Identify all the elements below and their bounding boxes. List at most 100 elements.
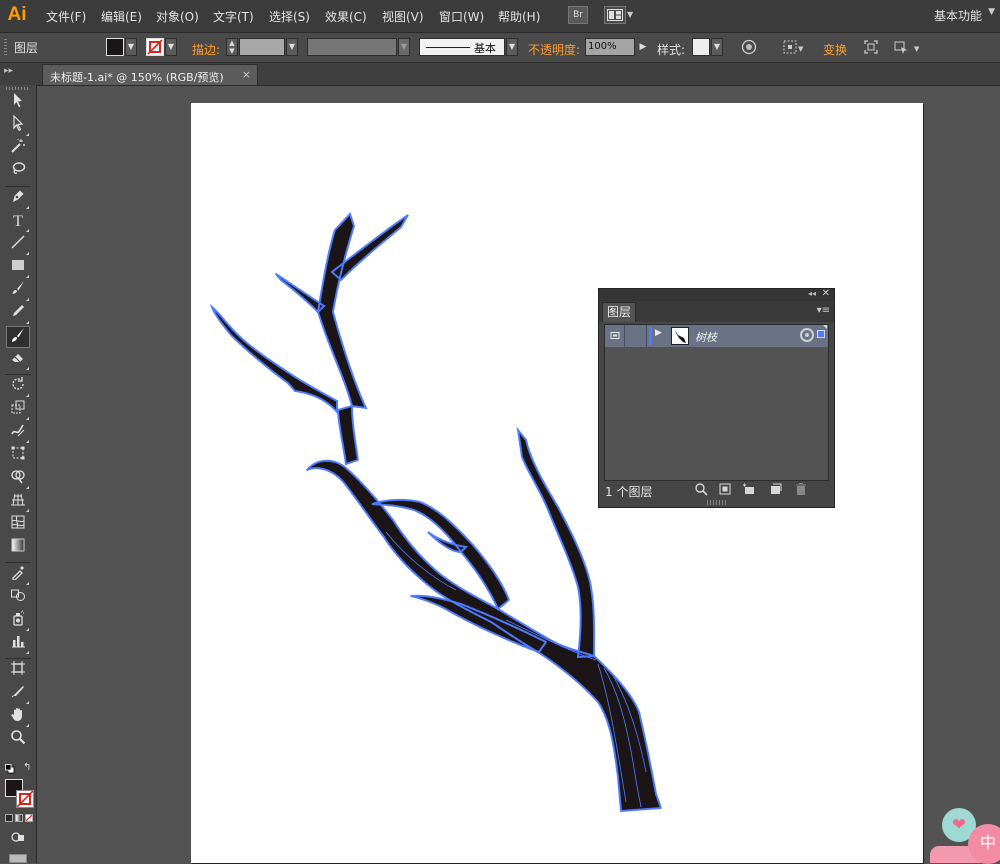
stroke-weight-dropdown-icon[interactable]: ▼: [286, 38, 298, 56]
eraser-tool-icon[interactable]: [6, 349, 30, 371]
stroke-weight-stepper-icon[interactable]: ▲ ▼: [226, 38, 238, 56]
menu-object[interactable]: 对象(O): [156, 8, 199, 25]
align-dropdown-arrow-icon[interactable]: ▼: [798, 45, 803, 53]
workspace-chevron-down-icon[interactable]: ▼: [988, 7, 995, 17]
control-bar-grip[interactable]: [4, 39, 7, 56]
default-fill-stroke-icon[interactable]: [5, 763, 15, 774]
eyedropper-tool-icon[interactable]: [6, 564, 30, 586]
brush-definition-field[interactable]: 基本: [419, 38, 505, 56]
free-transform-tool-icon[interactable]: [6, 445, 30, 467]
color-mode-icon[interactable]: [5, 814, 13, 822]
layers-panel-footer: 1 个图层: [599, 481, 834, 501]
variable-width-dropdown-icon[interactable]: ▼: [398, 38, 410, 56]
selection-tool-icon[interactable]: [6, 92, 30, 114]
rotate-tool-icon[interactable]: [6, 376, 30, 398]
paintbrush-tool-icon[interactable]: [6, 280, 30, 302]
fill-color-swatch[interactable]: [106, 38, 124, 56]
recolor-artwork-icon[interactable]: [740, 38, 758, 56]
stroke-weight-input[interactable]: [239, 38, 285, 56]
gradient-tool-icon[interactable]: [6, 537, 30, 559]
menu-effect[interactable]: 效果(C): [325, 8, 367, 25]
blob-brush-tool-icon[interactable]: [6, 326, 30, 348]
warp-tool-icon[interactable]: [6, 422, 30, 444]
menu-window[interactable]: 窗口(W): [439, 8, 484, 25]
opacity-label[interactable]: 不透明度:: [528, 41, 580, 58]
lock-toggle[interactable]: [625, 325, 647, 347]
close-tab-icon[interactable]: ×: [242, 68, 251, 81]
opacity-flyout-arrow-icon[interactable]: ▶: [636, 38, 650, 56]
bridge-button[interactable]: Br: [568, 6, 588, 24]
control-bar-menu-arrow-icon[interactable]: ▼: [914, 45, 919, 53]
stroke-color-box[interactable]: [16, 790, 34, 808]
arrange-options-icon[interactable]: [892, 38, 910, 56]
layer-selection-indicator[interactable]: [817, 330, 825, 338]
new-sublayer-icon[interactable]: [742, 482, 756, 499]
align-to-selection-icon[interactable]: [780, 38, 800, 56]
artboard-tool-icon[interactable]: [6, 660, 30, 682]
column-graph-tool-icon[interactable]: [6, 633, 30, 655]
visibility-eye-icon[interactable]: [605, 325, 625, 347]
opacity-input[interactable]: 100%: [585, 38, 635, 56]
blend-tool-icon[interactable]: [6, 587, 30, 609]
swap-fill-stroke-icon[interactable]: ↰: [23, 762, 31, 773]
stroke-weight-label[interactable]: 描边:: [192, 41, 220, 58]
hand-tool-icon[interactable]: [6, 706, 30, 728]
isolate-group-icon[interactable]: [862, 38, 880, 56]
input-method-badge[interactable]: 中: [968, 824, 1000, 864]
brush-dropdown-arrow-icon[interactable]: ▼: [506, 38, 518, 56]
line-segment-tool-icon[interactable]: [6, 234, 30, 256]
none-mode-icon[interactable]: [25, 814, 33, 822]
zoom-tool-icon[interactable]: [6, 729, 30, 751]
screen-mode-icon[interactable]: [9, 854, 27, 863]
scale-tool-icon[interactable]: [6, 399, 30, 421]
magic-wand-tool-icon[interactable]: [6, 138, 30, 160]
new-layer-icon[interactable]: [768, 482, 782, 499]
pen-tool-icon[interactable]: [6, 188, 30, 210]
perspective-grid-tool-icon[interactable]: [6, 491, 30, 513]
lasso-tool-icon[interactable]: [6, 161, 30, 183]
mesh-tool-icon[interactable]: [6, 514, 30, 536]
gradient-mode-icon[interactable]: [15, 814, 23, 822]
tab-layers[interactable]: 图层: [602, 302, 636, 322]
stroke-none-swatch[interactable]: [146, 38, 164, 56]
menu-help[interactable]: 帮助(H): [498, 8, 540, 25]
graphic-style-swatch[interactable]: [692, 38, 710, 56]
layer-name[interactable]: 树枝: [695, 329, 717, 345]
shape-builder-tool-icon[interactable]: [6, 468, 30, 490]
transform-link[interactable]: 变换: [823, 41, 847, 58]
pencil-tool-icon[interactable]: [6, 303, 30, 325]
arrange-documents-icon[interactable]: [604, 6, 626, 24]
make-clipping-mask-icon[interactable]: [718, 482, 732, 499]
expand-layer-triangle-icon[interactable]: ▶: [655, 328, 662, 338]
menu-type[interactable]: 文字(T): [213, 8, 254, 25]
menu-view[interactable]: 视图(V): [382, 8, 424, 25]
panel-resize-grip[interactable]: [707, 500, 727, 505]
stroke-dropdown-arrow-icon[interactable]: ▼: [165, 38, 177, 56]
tools-panel-grip[interactable]: [6, 87, 30, 90]
toolbar-separator: [5, 374, 31, 375]
close-panel-icon[interactable]: ✕: [822, 288, 830, 299]
workspace-switcher[interactable]: 基本功能: [934, 7, 982, 24]
layer-row[interactable]: ▶ 树枝: [605, 325, 828, 347]
graphic-style-dropdown-icon[interactable]: ▼: [711, 38, 723, 56]
menu-file[interactable]: 文件(F): [46, 8, 86, 25]
menu-edit[interactable]: 编辑(E): [101, 8, 142, 25]
symbol-sprayer-tool-icon[interactable]: [6, 610, 30, 632]
delete-layer-trash-icon[interactable]: [794, 482, 808, 499]
menu-select[interactable]: 选择(S): [269, 8, 310, 25]
direct-selection-tool-icon[interactable]: [6, 114, 30, 137]
locate-object-icon[interactable]: [694, 482, 708, 499]
arrange-dropdown-arrow-icon[interactable]: ▼: [627, 10, 633, 19]
variable-width-profile[interactable]: [307, 38, 397, 56]
type-tool-icon[interactable]: T: [6, 211, 30, 233]
drawing-mode-icon[interactable]: [6, 829, 30, 851]
slice-tool-icon[interactable]: [6, 683, 30, 705]
layers-panel-titlebar[interactable]: [599, 289, 834, 301]
collapse-panel-icon[interactable]: ◂◂: [808, 289, 816, 298]
expand-toolbar-icon[interactable]: ▸▸: [4, 66, 13, 76]
layer-target-icon[interactable]: [800, 328, 814, 342]
rectangle-tool-icon[interactable]: [6, 257, 30, 279]
document-tab[interactable]: 未标题-1.ai* @ 150% (RGB/预览) ×: [42, 64, 258, 85]
fill-dropdown-arrow-icon[interactable]: ▼: [125, 38, 137, 56]
panel-menu-icon[interactable]: ▾≡: [817, 305, 830, 316]
